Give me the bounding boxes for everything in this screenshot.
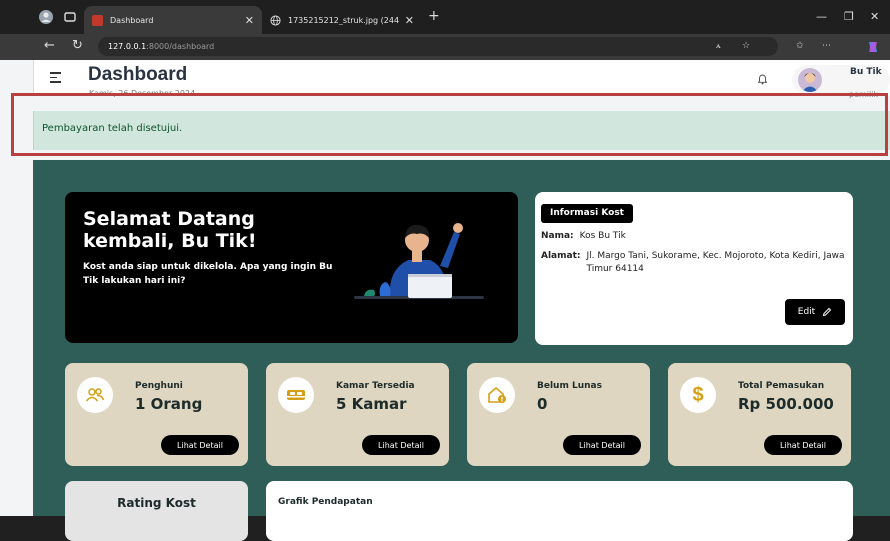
read-aloud-icon[interactable]: ꭺ bbox=[716, 41, 721, 51]
url-path: :8000/dashboard bbox=[146, 42, 215, 51]
welcome-subtitle: Kost anda siap untuk dikelola. Apa yang … bbox=[83, 262, 333, 286]
page-title: Dashboard bbox=[88, 64, 188, 85]
collections-icon[interactable]: ✩ bbox=[796, 41, 804, 51]
detail-button[interactable]: Lihat Detail bbox=[362, 435, 440, 455]
edit-label: Edit bbox=[797, 307, 816, 317]
rating-title: Rating Kost bbox=[117, 496, 196, 510]
favicon-icon bbox=[92, 14, 103, 26]
dollar-icon: $ bbox=[680, 377, 716, 413]
tab-dashboard[interactable]: Dashboard ✕ bbox=[84, 6, 262, 34]
page: Dashboard Kamis, 26 Desember 2024 Bu Tik… bbox=[0, 60, 890, 541]
info-name-row: Nama: Kos Bu Tik bbox=[541, 230, 851, 243]
new-tab-button[interactable]: + bbox=[428, 9, 440, 23]
stat-label: Belum Lunas bbox=[537, 381, 602, 391]
people-icon bbox=[77, 377, 113, 413]
stat-value: 5 Kamar bbox=[336, 395, 407, 413]
bed-icon bbox=[278, 377, 314, 413]
user-menu[interactable]: Bu Tik pemilik bbox=[792, 65, 890, 99]
reload-icon[interactable]: ↻ bbox=[72, 39, 83, 53]
tab-title: 1735215212_struk.jpg (2448×326 bbox=[288, 15, 399, 25]
rating-card: Rating Kost bbox=[65, 481, 248, 541]
grafik-title: Grafik Pendapatan bbox=[278, 497, 373, 507]
stat-label: Total Pemasukan bbox=[738, 381, 825, 391]
stat-card-belum-lunas: Belum Lunas 0 Lihat Detail bbox=[467, 363, 650, 466]
name-value: Kos Bu Tik bbox=[579, 231, 626, 241]
detail-button[interactable]: Lihat Detail bbox=[161, 435, 239, 455]
avatar bbox=[798, 68, 822, 92]
dashboard-content: Selamat Datang kembali, Bu Tik! Kost and… bbox=[33, 160, 890, 541]
close-tab-icon[interactable]: ✕ bbox=[245, 14, 254, 27]
bell-icon[interactable] bbox=[757, 74, 768, 88]
tab-image[interactable]: 1735215212_struk.jpg (2448×326 ✕ bbox=[262, 6, 422, 34]
address-value: Jl. Margo Tani, Sukorame, Kec. Mojoroto,… bbox=[586, 251, 845, 274]
globe-icon bbox=[270, 14, 281, 26]
minimize-icon[interactable]: — bbox=[816, 10, 827, 23]
stat-label: Penghuni bbox=[135, 381, 183, 391]
info-address-row: Alamat: Jl. Margo Tani, Sukorame, Kec. M… bbox=[541, 250, 851, 276]
stat-value: 1 Orang bbox=[135, 395, 203, 413]
user-name: Bu Tik bbox=[850, 67, 882, 77]
top-navbar: Dashboard Kamis, 26 Desember 2024 Bu Tik… bbox=[33, 60, 890, 99]
stat-value: Rp 500.000 bbox=[738, 395, 834, 413]
stat-value: 0 bbox=[537, 395, 548, 413]
stat-label: Kamar Tersedia bbox=[336, 381, 415, 391]
person-laptop-illustration bbox=[354, 223, 484, 299]
pencil-icon bbox=[823, 307, 832, 317]
close-tab-icon[interactable]: ✕ bbox=[405, 14, 414, 27]
detail-button[interactable]: Lihat Detail bbox=[764, 435, 842, 455]
url-host: 127.0.0.1 bbox=[108, 42, 147, 51]
favorite-icon[interactable]: ☆ bbox=[742, 41, 750, 51]
copilot-icon[interactable] bbox=[866, 40, 880, 54]
info-kost-heading: Informasi Kost bbox=[541, 204, 633, 223]
stat-card-pemasukan: $ Total Pemasukan Rp 500.000 Lihat Detai… bbox=[668, 363, 851, 466]
restore-icon[interactable]: ❐ bbox=[844, 10, 854, 23]
stat-card-kamar: Kamar Tersedia 5 Kamar Lihat Detail bbox=[266, 363, 449, 466]
edit-button[interactable]: Edit bbox=[785, 299, 845, 325]
detail-button[interactable]: Lihat Detail bbox=[563, 435, 641, 455]
address-bar: ← ↻ ⓘ 127.0.0.1:8000/dashboard ꭺ ☆ ✩ ⋯ bbox=[0, 34, 890, 222]
highlight-frame bbox=[11, 93, 888, 156]
close-window-icon[interactable]: ✕ bbox=[870, 10, 879, 23]
info-kost-card: Informasi Kost Nama: Kos Bu Tik Alamat: … bbox=[535, 192, 853, 345]
welcome-title: Selamat Datang kembali, Bu Tik! bbox=[83, 208, 257, 252]
grafik-card: Grafik Pendapatan bbox=[266, 481, 853, 541]
tab-title: Dashboard bbox=[110, 15, 154, 25]
back-icon[interactable]: ← bbox=[44, 39, 55, 53]
stat-card-penghuni: Penghuni 1 Orang Lihat Detail bbox=[65, 363, 248, 466]
url-input[interactable]: ⓘ 127.0.0.1:8000/dashboard bbox=[98, 37, 890, 222]
house-warning-icon bbox=[479, 377, 515, 413]
menu-toggle-icon[interactable] bbox=[50, 72, 61, 86]
profile-icon[interactable] bbox=[38, 9, 54, 25]
tab-actions-icon[interactable] bbox=[62, 9, 78, 25]
address-label: Alamat: bbox=[541, 251, 581, 261]
name-label: Nama: bbox=[541, 231, 574, 241]
more-icon[interactable]: ⋯ bbox=[822, 41, 831, 51]
welcome-card: Selamat Datang kembali, Bu Tik! Kost and… bbox=[65, 192, 518, 343]
browser-tab-bar: Dashboard ✕ 1735215212_struk.jpg (2448×3… bbox=[0, 0, 890, 34]
